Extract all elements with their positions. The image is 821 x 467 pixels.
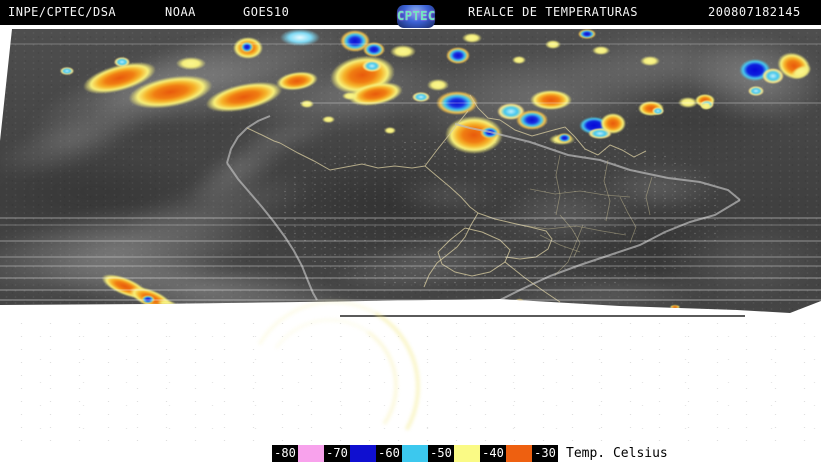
country-border — [246, 127, 281, 144]
timestamp-label: 200807182145 — [708, 5, 801, 19]
state-border — [645, 176, 653, 216]
country-border — [469, 94, 501, 121]
satellite-weather-product: INPE/CPTEC/DSA NOAA GOES10 CPTEC REALCE … — [0, 0, 821, 467]
country-border — [279, 142, 426, 171]
map-borders-overlay — [0, 43, 821, 306]
legend-temp-label: -40 — [480, 445, 506, 462]
state-border — [539, 234, 581, 253]
legend-color-swatch — [454, 445, 480, 462]
legend-color-swatch — [402, 445, 428, 462]
satellite-name-label: GOES10 — [243, 5, 290, 19]
legend-caption: Temp. Celsius — [566, 446, 668, 461]
coastline — [454, 123, 741, 201]
state-border — [603, 159, 611, 222]
state-border — [619, 196, 637, 244]
state-border — [555, 154, 561, 216]
satellite-image — [0, 29, 821, 313]
state-border — [529, 188, 631, 198]
country-border — [424, 110, 469, 167]
legend-temp-label: -50 — [428, 445, 454, 462]
agency-label: INPE/CPTEC/DSA — [8, 5, 117, 19]
header-bar: INPE/CPTEC/DSA NOAA GOES10 CPTEC REALCE … — [0, 0, 821, 28]
country-border — [477, 212, 553, 260]
legend-color-swatch — [506, 445, 532, 462]
coastline — [487, 199, 741, 306]
country-border — [437, 227, 511, 277]
country-border — [504, 261, 561, 303]
coastline — [226, 115, 271, 164]
country-border — [597, 144, 647, 158]
country-border — [424, 165, 479, 214]
product-title: REALCE DE TEMPERATURAS — [468, 5, 638, 19]
coastline — [226, 162, 318, 301]
network-label: NOAA — [165, 5, 196, 19]
cptec-logo: CPTEC — [397, 5, 435, 28]
state-border — [554, 224, 584, 276]
legend-temp-label: -30 — [532, 445, 558, 462]
scan-artifact-line — [340, 315, 745, 317]
